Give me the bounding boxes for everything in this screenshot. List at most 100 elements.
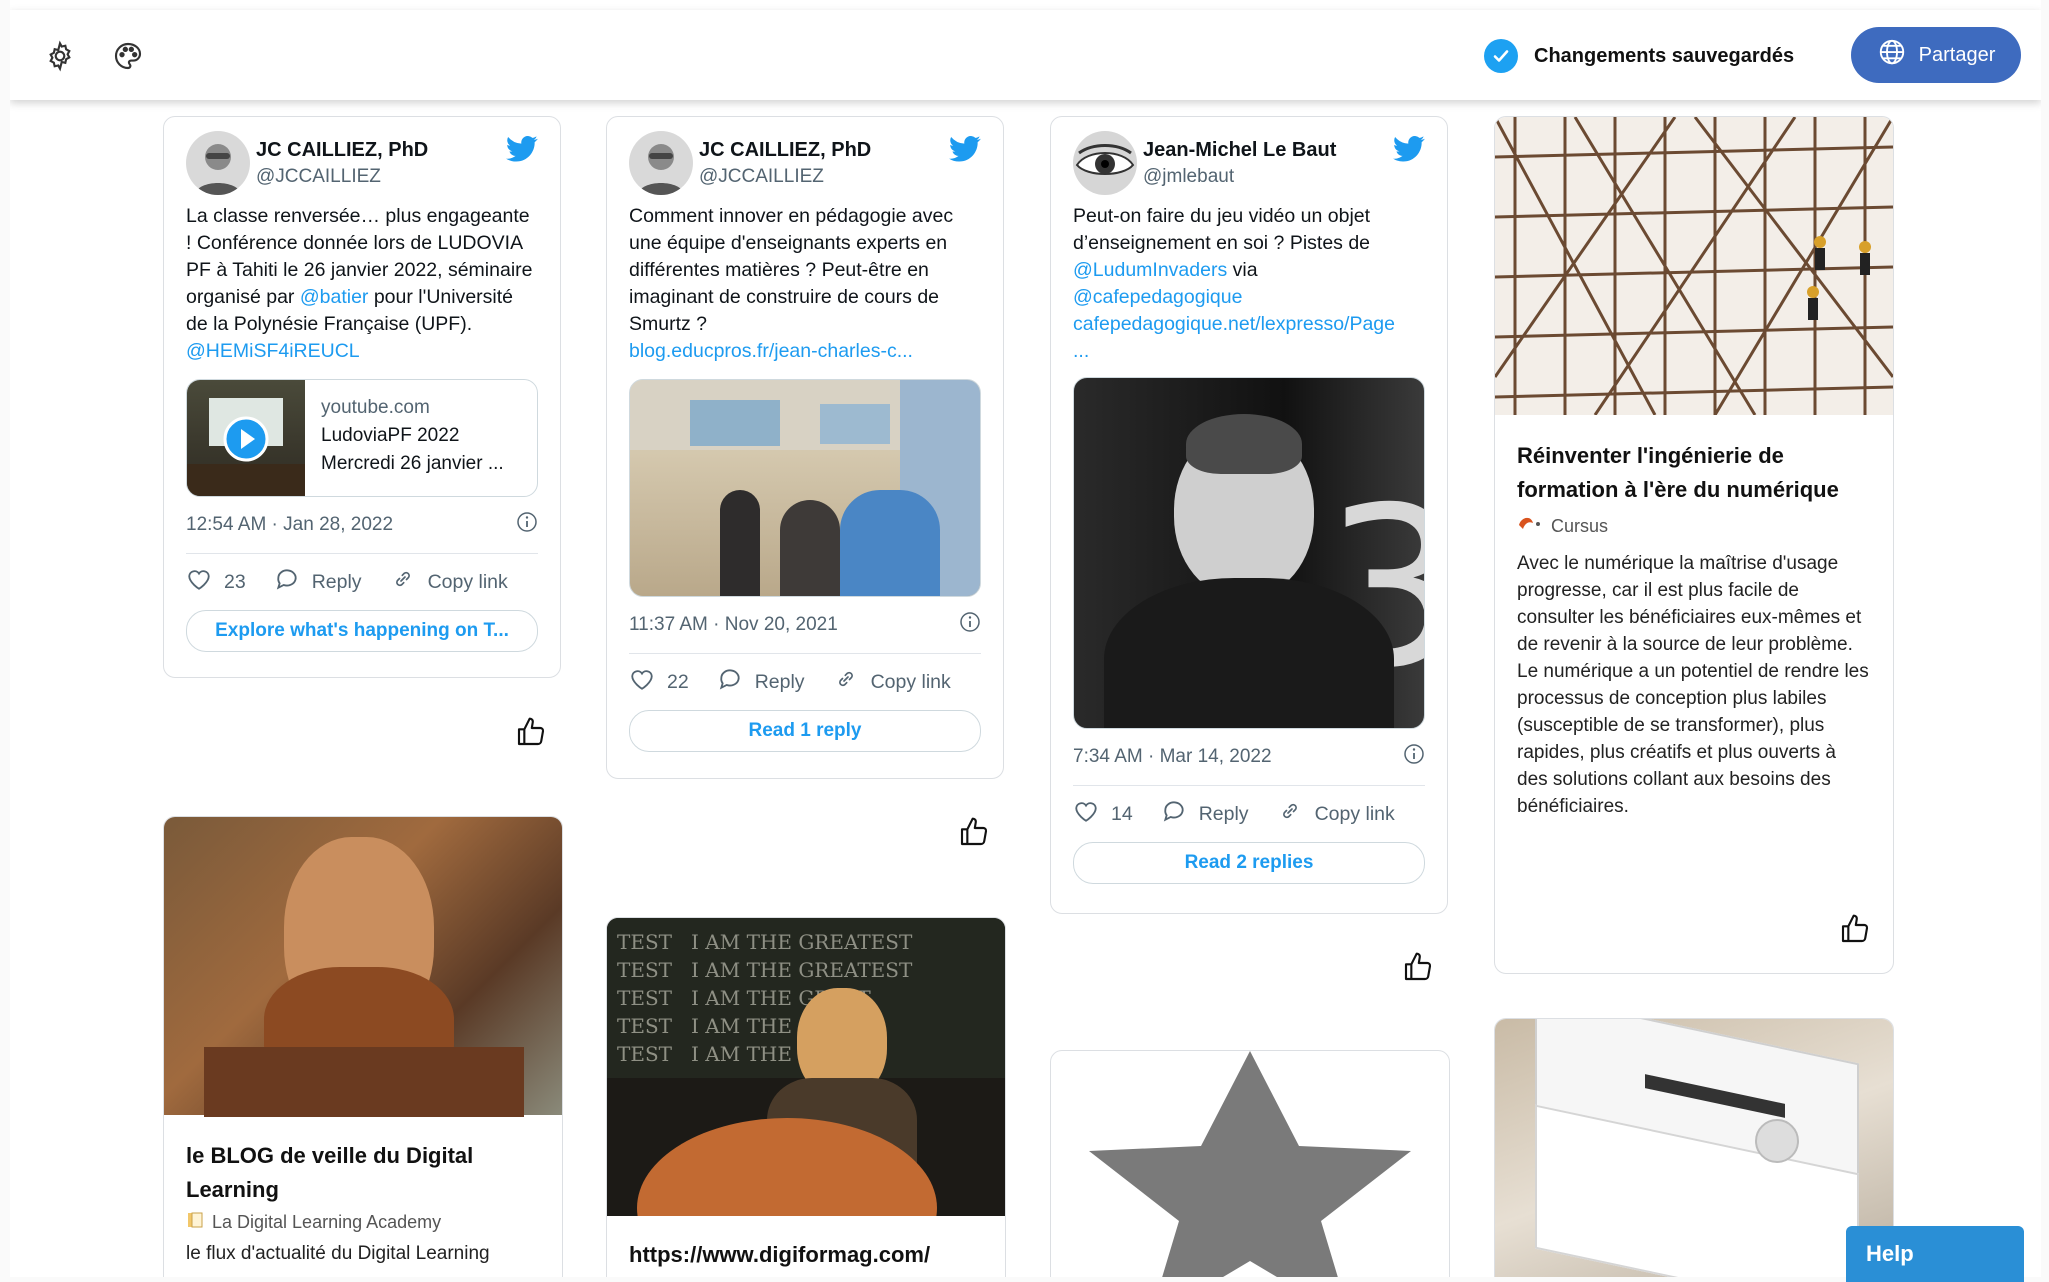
tweet-actions: 14 Reply Copy link — [1073, 786, 1425, 842]
like-thumb-icon[interactable] — [958, 816, 990, 848]
like-thumb-icon[interactable] — [1402, 951, 1434, 983]
article-card[interactable]: le BLOG de veille du Digital Learning La… — [163, 816, 563, 1277]
gear-icon[interactable] — [42, 38, 78, 74]
like-thumb-icon[interactable] — [1839, 913, 1871, 945]
heart-icon — [1073, 799, 1099, 829]
like-action[interactable]: 22 — [629, 667, 689, 697]
author-handle[interactable]: @jmlebaut — [1143, 166, 1234, 188]
link-icon — [390, 567, 416, 597]
save-status-label: Changements sauvegardés — [1534, 44, 1795, 67]
mention-link[interactable]: @HEMiSF4iREUCL — [186, 340, 360, 362]
tweet-text: Comment innover en pédagogie avec une éq… — [629, 205, 954, 362]
like-thumb-icon[interactable] — [515, 716, 547, 748]
info-icon[interactable] — [1403, 743, 1425, 771]
twitter-bird-icon[interactable] — [506, 135, 538, 168]
like-count: 22 — [667, 670, 689, 693]
help-button[interactable]: Help — [1846, 1226, 2024, 1282]
author-name[interactable]: JC CAILLIEZ, PhD — [699, 139, 871, 162]
tweet-timestamp[interactable]: 12:54 AM · Jan 28, 2022 — [186, 514, 393, 536]
reply-action[interactable]: Reply — [1161, 799, 1249, 829]
article-title[interactable]: Réinventer l'ingénierie de formation à l… — [1495, 439, 1893, 507]
article-description: Avec le numérique la maîtrise d'usage pr… — [1517, 553, 1869, 817]
info-icon[interactable] — [516, 511, 538, 539]
reply-label: Reply — [1198, 802, 1249, 825]
avatar[interactable] — [629, 131, 693, 195]
like-action[interactable]: 14 — [1073, 799, 1133, 829]
mention-link[interactable]: @cafepedagogique — [1073, 286, 1242, 308]
tweet-text: Peut-on faire du jeu vidéo un objet d’en… — [1073, 205, 1395, 362]
preview-title: LudoviaPF 2022 — [321, 425, 460, 446]
reply-label: Reply — [311, 570, 362, 593]
placeholder-card[interactable] — [1050, 1050, 1450, 1277]
tweet-card[interactable]: Jean-Michel Le Baut @jmlebaut Peut-on fa… — [1050, 116, 1448, 914]
tweet-timestamp[interactable]: 7:34 AM · Mar 14, 2022 — [1073, 746, 1272, 768]
tweet-meta: 12:54 AM · Jan 28, 2022 — [186, 497, 538, 554]
image-card[interactable] — [1494, 1018, 1894, 1277]
avatar[interactable] — [186, 131, 250, 195]
avatar[interactable] — [1073, 131, 1137, 195]
twitter-bird-icon[interactable] — [1393, 135, 1425, 168]
article-card[interactable]: TEST I AM THE GREATEST TEST I AM THE GREA… — [606, 917, 1006, 1277]
tweet-photo[interactable]: 3 — [1073, 377, 1425, 729]
tweet-header: JC CAILLIEZ, PhD @JCCAILLIEZ — [629, 117, 981, 199]
like-count: 14 — [1111, 802, 1133, 825]
play-icon[interactable] — [223, 416, 269, 462]
article-description: le flux d'actualité du Digital Learning — [186, 1243, 490, 1264]
article-link-ellipsis[interactable]: ... — [1073, 340, 1089, 362]
link-icon — [833, 667, 859, 697]
tweet-card[interactable]: JC CAILLIEZ, PhD @JCCAILLIEZ La classe r… — [163, 116, 561, 678]
top-toolbar: Changements sauvegardés Partager — [10, 10, 2041, 100]
palette-icon[interactable] — [110, 38, 146, 74]
share-button[interactable]: Partager — [1851, 27, 2021, 83]
article-image — [164, 817, 562, 1117]
save-status: Changements sauvegardés — [1484, 38, 1794, 74]
author-handle[interactable]: @JCCAILLIEZ — [256, 166, 381, 188]
author-handle[interactable]: @JCCAILLIEZ — [699, 166, 824, 188]
link-icon — [1277, 799, 1303, 829]
cursus-logo-icon — [1517, 515, 1543, 538]
reply-icon — [1161, 799, 1187, 829]
reply-label: Reply — [754, 670, 805, 693]
tweet-actions: 22 Reply Copy link — [629, 654, 981, 710]
tweet-header: Jean-Michel Le Baut @jmlebaut — [1073, 117, 1425, 199]
author-name[interactable]: Jean-Michel Le Baut — [1143, 139, 1336, 162]
copy-link-action[interactable]: Copy link — [833, 667, 951, 697]
reply-icon — [717, 667, 743, 697]
article-title[interactable]: le BLOG de veille du Digital Learning — [164, 1139, 562, 1207]
globe-icon — [1877, 37, 1907, 73]
article-title[interactable]: https://www.digiformag.com/ — [607, 1238, 1005, 1272]
copy-link-label: Copy link — [427, 570, 508, 593]
read-replies-button[interactable]: Read 1 reply — [629, 710, 981, 752]
read-replies-button[interactable]: Read 2 replies — [1073, 842, 1425, 884]
article-source: Cursus — [1495, 515, 1893, 538]
article-link[interactable]: blog.educpros.fr/jean-charles-c... — [629, 340, 913, 362]
tweet-card[interactable]: JC CAILLIEZ, PhD @JCCAILLIEZ Comment inn… — [606, 116, 1004, 779]
like-action[interactable]: 23 — [186, 567, 246, 597]
tweet-header: JC CAILLIEZ, PhD @JCCAILLIEZ — [186, 117, 538, 199]
twitter-bird-icon[interactable] — [949, 135, 981, 168]
tweet-timestamp[interactable]: 11:37 AM · Nov 20, 2021 — [629, 614, 838, 636]
author-name[interactable]: JC CAILLIEZ, PhD — [256, 139, 428, 162]
board: Changements sauvegardés Partager JC CAIL… — [10, 0, 2041, 1277]
star-icon — [1089, 1051, 1411, 1277]
share-label: Partager — [1918, 43, 1996, 66]
heart-icon — [629, 667, 655, 697]
explore-button[interactable]: Explore what's happening on T... — [186, 610, 538, 652]
copy-link-action[interactable]: Copy link — [1277, 799, 1395, 829]
article-link[interactable]: cafepedagogique.net/lexpresso/Page — [1073, 313, 1395, 335]
article-source: La Digital Learning Academy — [164, 1211, 562, 1234]
reply-icon — [274, 567, 300, 597]
reply-action[interactable]: Reply — [274, 567, 362, 597]
copy-link-action[interactable]: Copy link — [390, 567, 508, 597]
tweet-photo[interactable] — [629, 379, 981, 597]
mention-link[interactable]: @batier — [300, 286, 369, 308]
article-image — [1495, 117, 1893, 415]
preview-info: youtube.com LudoviaPF 2022 Mercredi 26 j… — [305, 380, 520, 496]
tweet-text: La classe renversée… plus engageante ! C… — [186, 205, 533, 362]
info-icon[interactable] — [959, 611, 981, 639]
reply-action[interactable]: Reply — [717, 667, 805, 697]
article-card[interactable]: Réinventer l'ingénierie de formation à l… — [1494, 116, 1894, 974]
mention-link[interactable]: @LudumInvaders — [1073, 259, 1227, 281]
link-preview-card[interactable]: youtube.com LudoviaPF 2022 Mercredi 26 j… — [186, 379, 538, 497]
tweet-actions: 23 Reply Copy link — [186, 554, 538, 610]
